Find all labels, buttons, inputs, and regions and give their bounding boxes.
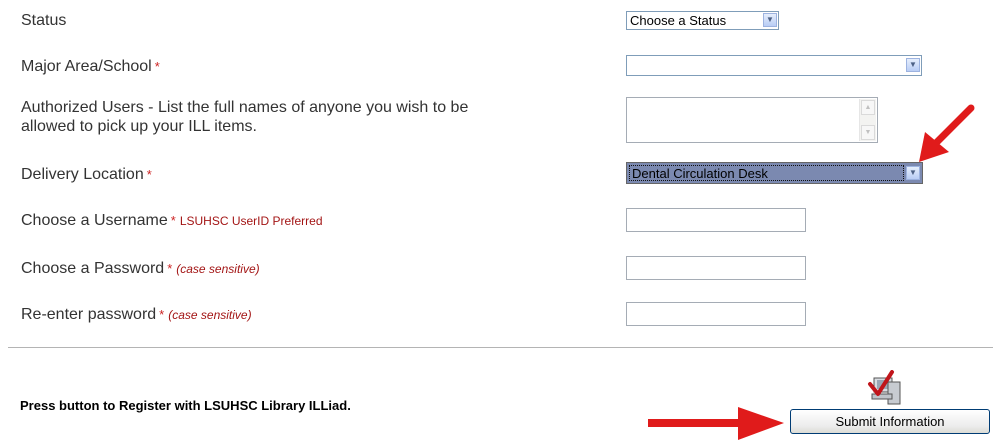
delivery-select[interactable]: Dental Circulation Desk ▼ xyxy=(626,162,923,184)
submit-button[interactable]: Submit Information xyxy=(790,409,990,434)
username-label-text: Choose a Username xyxy=(21,212,168,229)
chevron-down-icon[interactable]: ▼ xyxy=(763,13,777,27)
username-label: Choose a Username * LSUHSC UserID Preferre… xyxy=(21,211,323,231)
textarea-scrollbar[interactable]: ▲ ▼ xyxy=(859,99,876,141)
authorized-users-label-line2: allowed to pick up your ILL items. xyxy=(21,118,257,135)
delivery-label-text: Delivery Location xyxy=(21,166,144,183)
password-confirm-label-text: Re-enter password xyxy=(21,306,157,323)
register-instructions: Press button to Register with LSUHSC Lib… xyxy=(20,398,351,413)
required-marker: * xyxy=(154,59,160,74)
username-input[interactable] xyxy=(626,208,806,232)
major-label-text: Major Area/School xyxy=(21,58,152,75)
divider xyxy=(8,347,993,348)
required-marker: * xyxy=(159,307,165,322)
password-label-text: Choose a Password xyxy=(21,260,165,277)
required-marker: * xyxy=(167,261,173,276)
username-note: LSUHSC UserID Preferred xyxy=(179,214,323,228)
red-arrow-icon xyxy=(919,104,975,162)
password-input[interactable] xyxy=(626,256,806,280)
password-confirm-input[interactable] xyxy=(626,302,806,326)
scroll-down-icon[interactable]: ▼ xyxy=(861,125,875,140)
authorized-users-label: Authorized Users - List the full names o… xyxy=(21,98,468,136)
computer-check-icon xyxy=(868,370,901,405)
password-confirm-note: (case sensitive) xyxy=(168,308,252,322)
chevron-down-icon[interactable]: ▼ xyxy=(906,58,920,72)
password-label: Choose a Password * (case sensitive) xyxy=(21,259,260,279)
scroll-up-icon[interactable]: ▲ xyxy=(861,100,875,115)
required-marker: * xyxy=(170,213,176,228)
authorized-users-label-line1: Authorized Users - List the full names o… xyxy=(21,99,469,116)
password-confirm-label: Re-enter password * (case sensitive) xyxy=(21,305,252,325)
major-label: Major Area/School * xyxy=(21,57,160,76)
delivery-select-value: Dental Circulation Desk xyxy=(632,166,768,181)
red-arrow-icon xyxy=(648,407,784,440)
required-marker: * xyxy=(146,167,152,182)
major-select[interactable]: ▼ xyxy=(626,55,922,76)
authorized-users-textarea[interactable]: ▲ ▼ xyxy=(626,97,878,143)
status-select-value: Choose a Status xyxy=(630,13,727,28)
delivery-label: Delivery Location * xyxy=(21,165,152,184)
status-label: Status xyxy=(21,12,67,29)
password-note: (case sensitive) xyxy=(176,262,260,276)
status-select[interactable]: Choose a Status ▼ xyxy=(626,11,779,30)
